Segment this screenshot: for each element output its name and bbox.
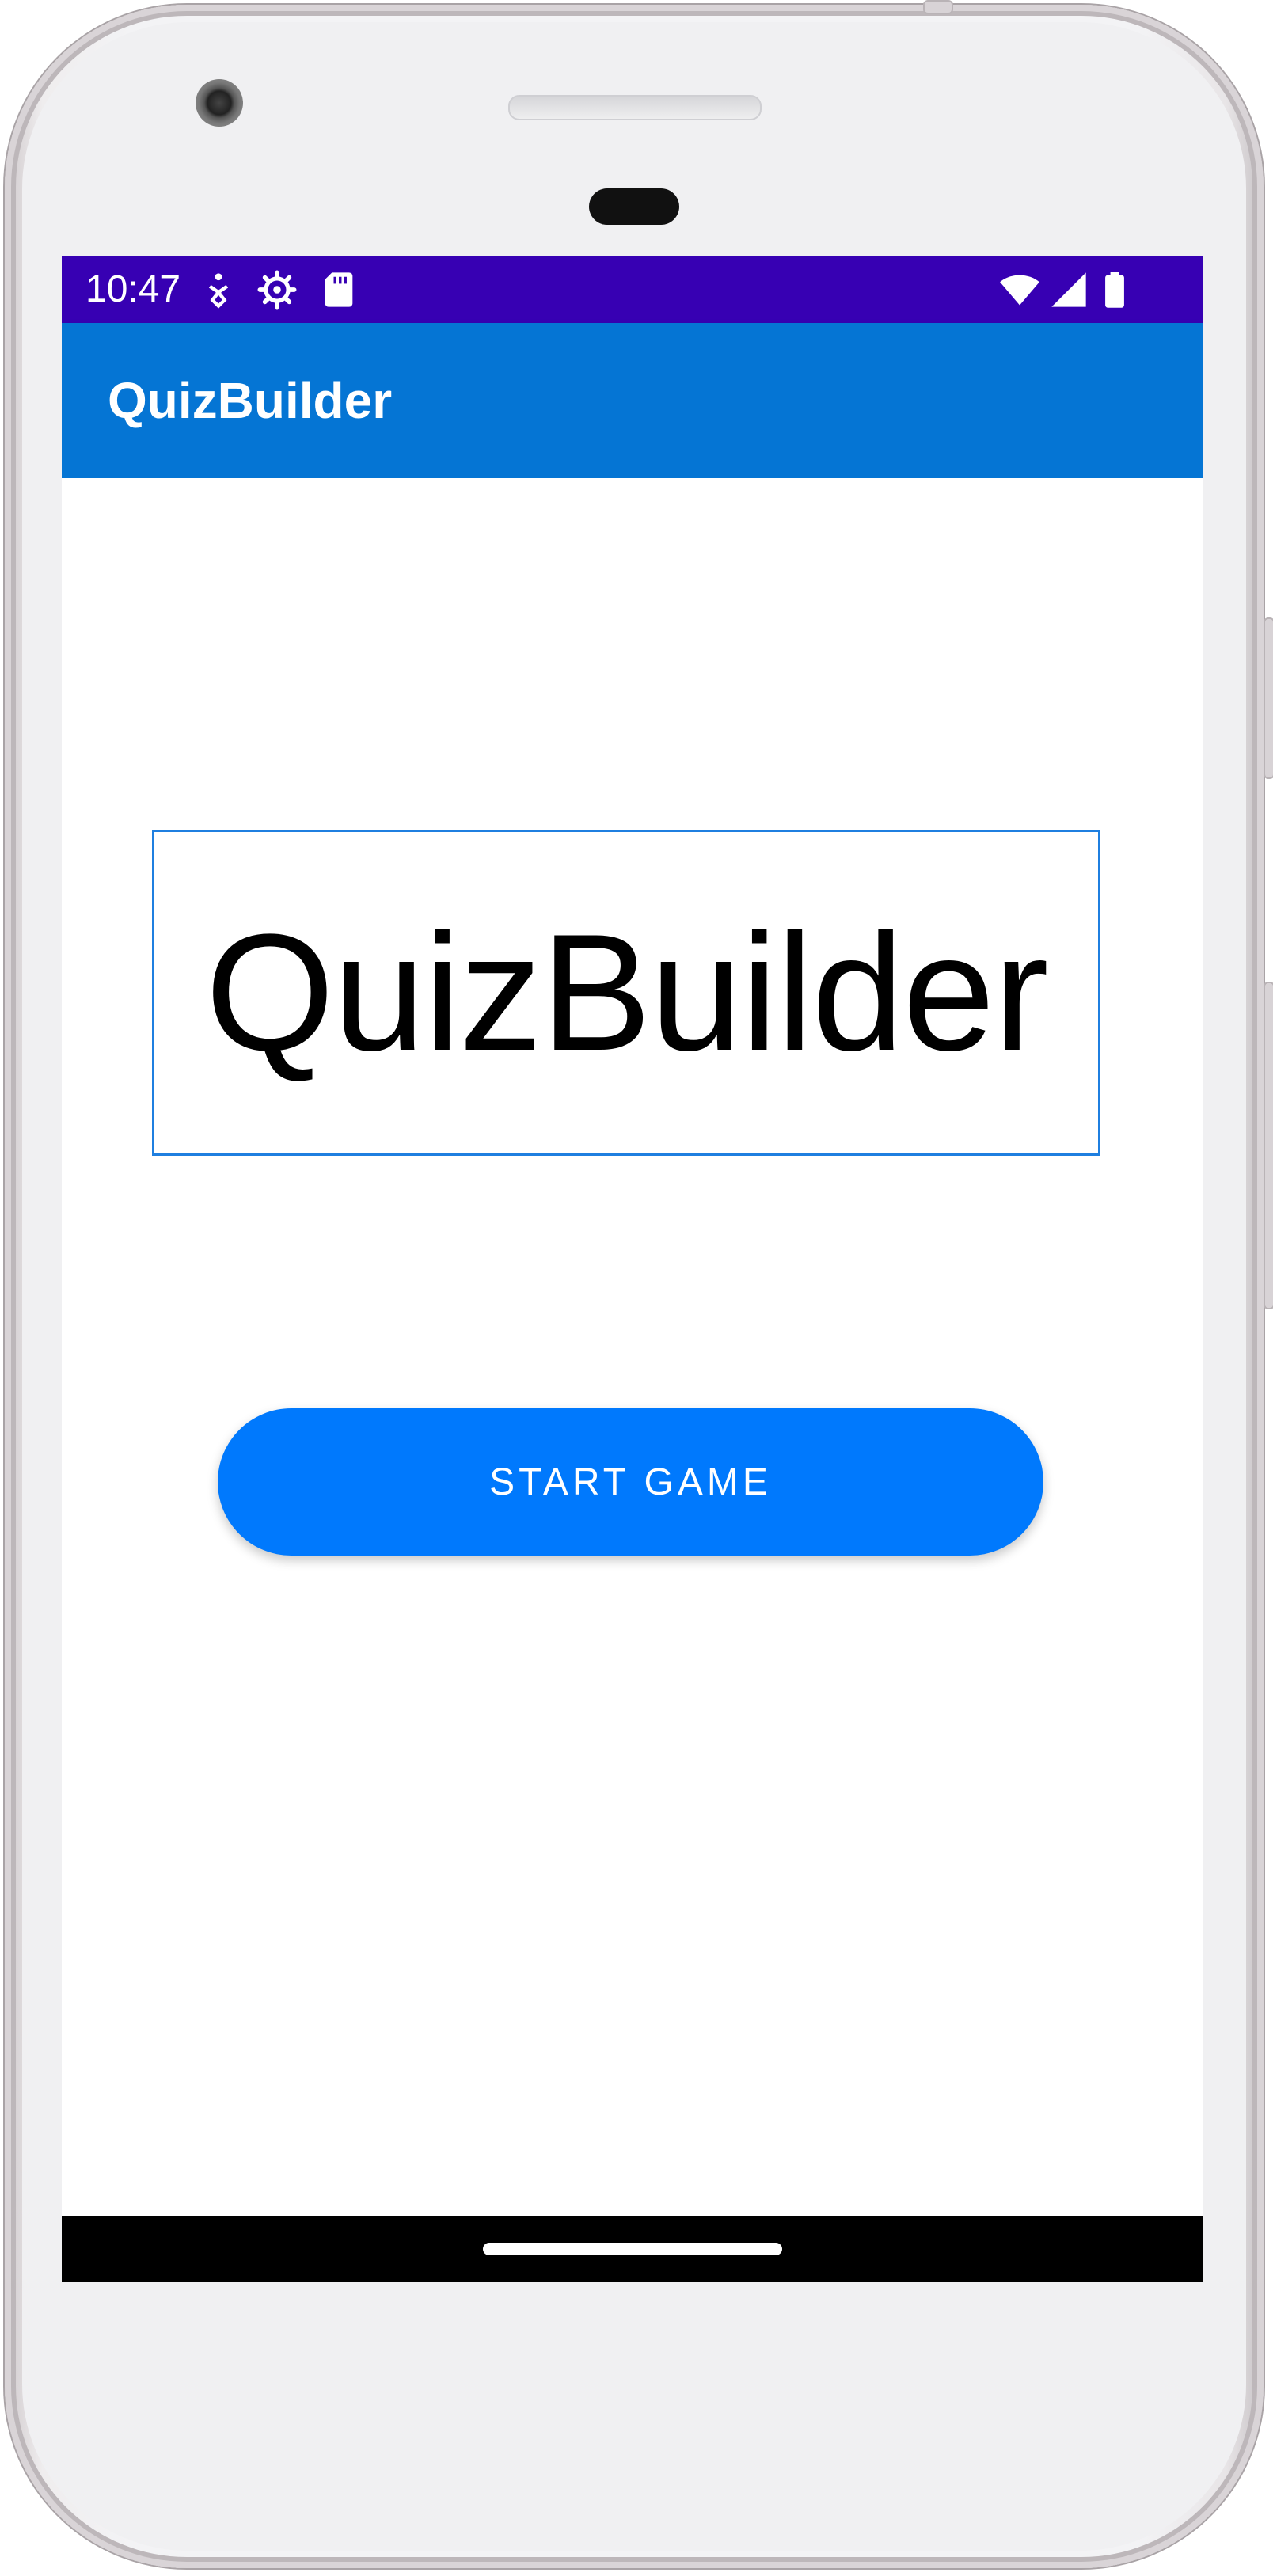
phone-volume-button [1264,982,1273,1309]
status-bar: 10:47 [62,256,1203,323]
cellular-signal-icon [1051,272,1086,307]
start-game-button[interactable]: START GAME [218,1408,1043,1556]
navigation-bar [62,2216,1203,2282]
device-screenshot: 10:47 QuizBuilder QuizBuilder START GAME [0,0,1273,2576]
app-title: QuizBuilder [108,372,393,429]
app-bar: QuizBuilder [62,323,1203,478]
accessibility-icon [208,273,229,309]
front-camera [196,79,243,127]
logo-title-box: QuizBuilder [152,830,1100,1156]
status-time: 10:47 [86,268,181,310]
proximity-sensor [589,188,679,225]
device-screen: 10:47 QuizBuilder QuizBuilder START GAME [62,256,1203,2282]
phone-top-button [923,0,953,14]
battery-icon [1105,272,1124,308]
sd-card-icon [325,272,353,307]
wifi-icon [1000,275,1039,306]
earpiece-speaker [508,95,762,120]
main-content: QuizBuilder START GAME [62,478,1203,2216]
logo-title-text: QuizBuilder [205,899,1048,1085]
settings-gear-icon [257,270,297,310]
phone-power-button [1264,617,1273,779]
home-gesture-pill[interactable] [483,2243,782,2255]
start-game-button-label: START GAME [489,1461,772,1503]
